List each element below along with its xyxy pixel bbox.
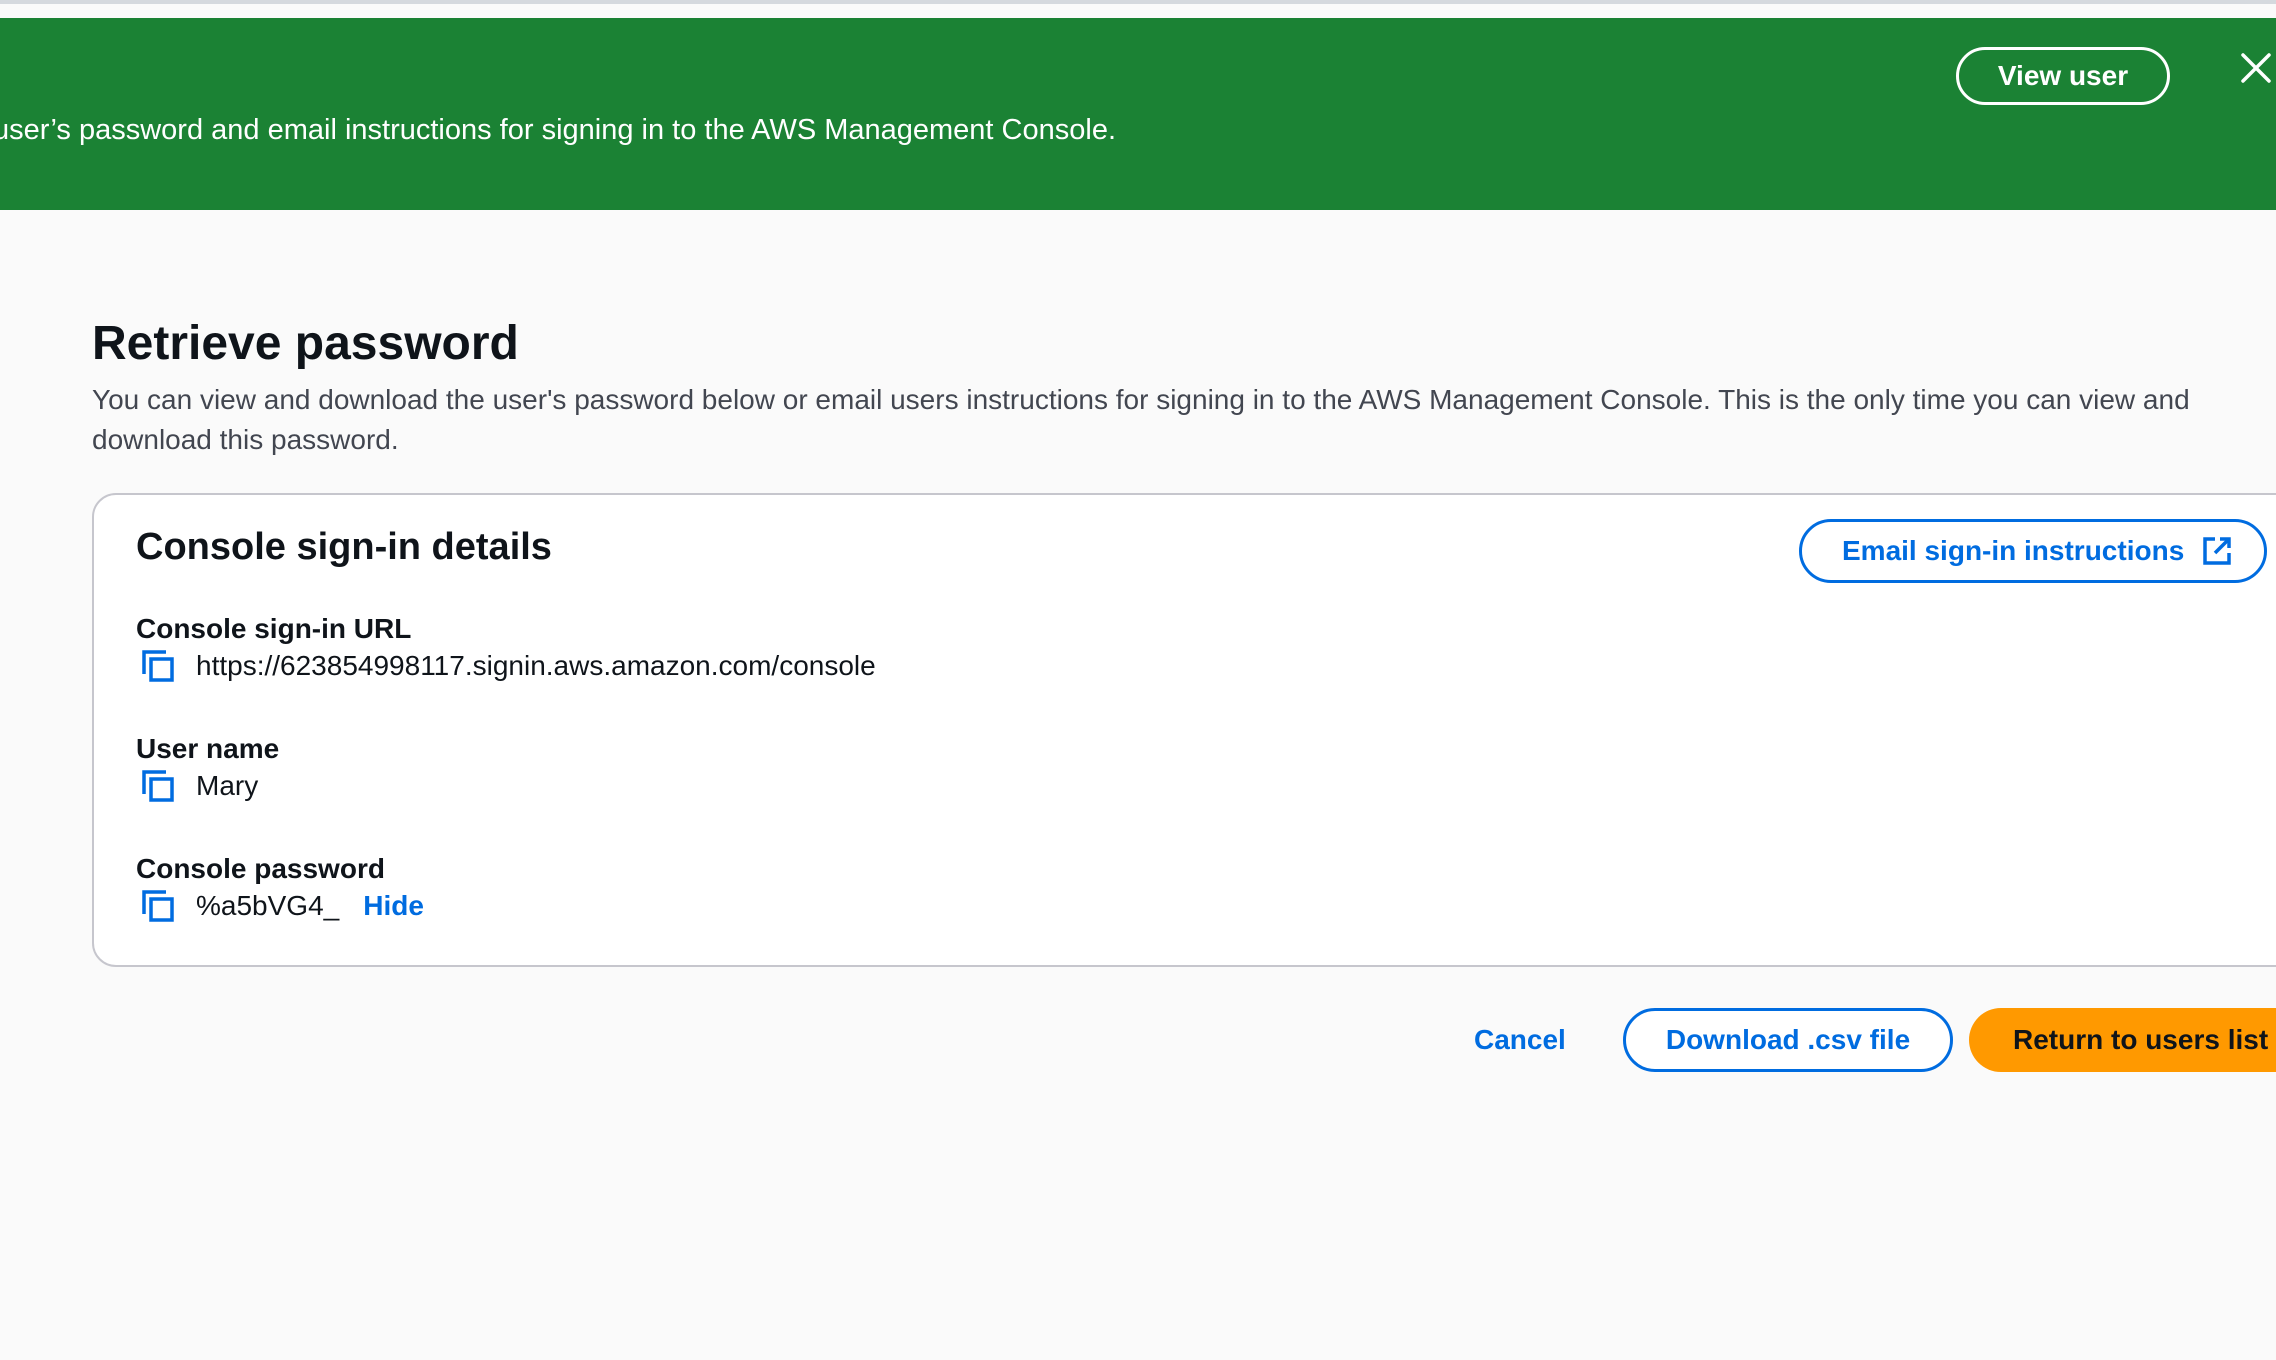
- console-password-label: Console password: [136, 853, 385, 884]
- sign-in-url-row: https://623854998117.signin.aws.amazon.c…: [140, 647, 876, 685]
- user-name-label: User name: [136, 733, 280, 764]
- download-csv-button[interactable]: Download .csv file: [1623, 1008, 1953, 1072]
- copy-icon[interactable]: [140, 888, 176, 924]
- panel-title: Console sign-in details: [136, 526, 552, 568]
- console-sign-in-details-panel: Console sign-in details Email sign-in in…: [92, 493, 2276, 967]
- view-user-button[interactable]: View user: [1956, 47, 2170, 105]
- user-name-value: Mary: [196, 770, 259, 801]
- return-to-users-list-button[interactable]: Return to users list: [1969, 1008, 2276, 1072]
- sign-in-url-label: Console sign-in URL: [136, 613, 412, 644]
- success-flash-banner: e user’s password and email instructions…: [0, 18, 2276, 210]
- console-password-row: %a5bVG4_ Hide: [140, 887, 424, 925]
- email-button-label: Email sign-in instructions: [1842, 535, 2185, 566]
- page-title: Retrieve password: [92, 317, 519, 370]
- top-border: [0, 0, 2276, 4]
- copy-icon[interactable]: [140, 648, 176, 684]
- cancel-button[interactable]: Cancel: [1462, 1010, 1578, 1070]
- hide-password-link[interactable]: Hide: [363, 890, 424, 922]
- external-link-icon: [2202, 536, 2232, 566]
- email-sign-in-instructions-button[interactable]: Email sign-in instructions: [1799, 519, 2267, 583]
- flash-message: e user’s password and email instructions…: [0, 114, 1116, 146]
- close-icon[interactable]: [2236, 48, 2276, 88]
- page-description: You can view and download the user's pas…: [92, 384, 2190, 455]
- user-name-row: Mary: [140, 767, 258, 805]
- sign-in-url-value: https://623854998117.signin.aws.amazon.c…: [196, 650, 876, 681]
- console-password-value: %a5bVG4_: [196, 890, 340, 921]
- copy-icon[interactable]: [140, 768, 176, 804]
